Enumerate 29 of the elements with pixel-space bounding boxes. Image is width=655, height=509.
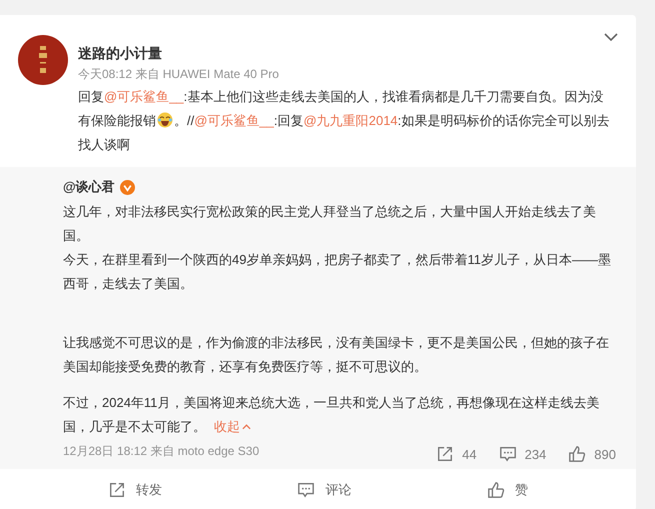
share-button[interactable]: 转发 (104, 479, 166, 501)
repost-author[interactable]: @谈心君 (63, 178, 115, 196)
like-button[interactable]: 赞 (483, 479, 532, 501)
repost-meta: 12月28日 18:12 来自 moto edge S30 (63, 443, 260, 460)
repost-paragraph: 让我感觉不可思议的是，作为偷渡的非法移民，没有美国绿卡，更不是美国公民，但她的孩子在美国却能接受免费的教育，还享有免费医疗等，挺不可思议的。 (63, 334, 610, 376)
author-name[interactable]: 迷路的小计量 (78, 44, 616, 62)
avatar[interactable] (18, 35, 68, 85)
repost-paragraph: 这几年，对非法移民实行宽松政策的民主党人拜登当了总统之后，大量中国人开始走线去了美国。 (63, 203, 597, 245)
chevron-down-icon[interactable] (604, 33, 618, 41)
post-text: 回复@可乐鲨鱼__:基本上他们这些走线去美国的人，找谁看病都是几千刀需要自负。因为没有保险能报销 。//@可乐鲨鱼__:回复@九九重阳2014:如果是明码标价的话你完全可以别去找人谈啊 (78, 88, 610, 154)
laughing-face-icon (157, 112, 173, 128)
share-icon (436, 445, 454, 463)
like-count[interactable]: 890 (568, 445, 616, 463)
chevron-up-icon (242, 424, 251, 430)
comment-count[interactable]: 234 (498, 445, 546, 463)
thumbs-up-icon (487, 481, 506, 499)
thumbs-up-icon (568, 445, 586, 463)
mention-link[interactable]: @可乐鲨鱼__ (194, 113, 274, 128)
comment-icon (498, 445, 517, 463)
mention-link[interactable]: @九九重阳2014 (304, 113, 398, 128)
share-icon (108, 481, 126, 499)
repost-paragraph: 今天，在群里看到一个陕西的49岁单亲妈妈，把房子都卖了，然后带着11岁儿子，从日本——墨西哥，走线去了美国。 (63, 251, 612, 293)
comment-button[interactable]: 评论 (293, 479, 356, 501)
comment-icon (297, 481, 316, 499)
repost-paragraph: 不过，2024年11月，美国将迎来总统大选，一旦共和党人当了总统，再想像现在这样走线去美国，几乎是不太可能了。 收起 (63, 394, 600, 436)
share-count[interactable]: 44 (436, 445, 477, 463)
mention-link[interactable]: @可乐鲨鱼__ (104, 89, 184, 104)
collapse-link[interactable]: 收起 (214, 419, 251, 434)
post-meta: 今天08:12 来自 HUAWEI Mate 40 Pro (78, 66, 280, 83)
